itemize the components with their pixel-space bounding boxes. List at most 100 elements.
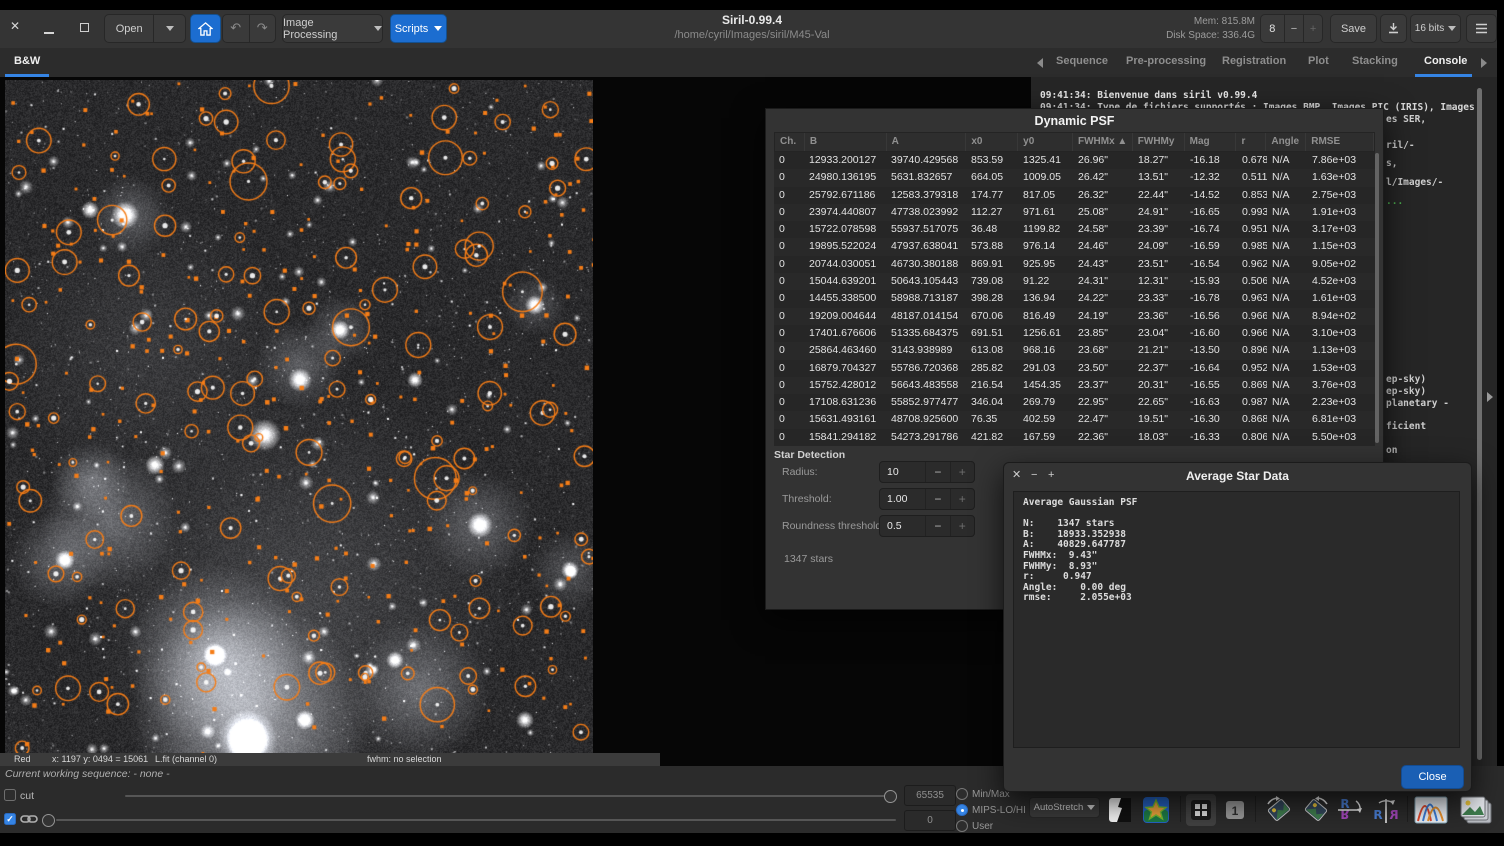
psf-row[interactable]: 0 12933.200127 39740.429568 853.59 1325.41 26… <box>774 152 1375 170</box>
maximize-window-icon[interactable] <box>80 23 89 32</box>
radius-decrement-button[interactable]: − <box>925 462 949 482</box>
redo-button[interactable]: ↷ <box>250 15 276 42</box>
tabs-scroll-left-icon[interactable] <box>1037 58 1043 68</box>
scripts-menu-button[interactable]: Scripts <box>390 14 447 43</box>
undo-button[interactable]: ↶ <box>223 15 249 42</box>
user-radio[interactable] <box>956 820 968 832</box>
home-button[interactable] <box>190 14 221 43</box>
radius-value[interactable]: 10 <box>880 462 925 482</box>
mirror-horizontal-button[interactable]: R R <box>1369 794 1403 826</box>
star-detection-icon <box>1143 797 1169 823</box>
lo-slider-handle[interactable] <box>42 814 55 827</box>
cut-label: cut <box>20 790 35 802</box>
close-window-icon[interactable]: ✕ <box>10 20 20 32</box>
hamburger-menu-button[interactable] <box>1466 14 1497 43</box>
single-frame-button[interactable]: 1 <box>1222 794 1248 826</box>
tab-bw[interactable]: B&W <box>14 55 40 67</box>
psf-table-scrollbar[interactable] <box>1375 153 1379 443</box>
bit-depth-dropdown[interactable]: 16 bits <box>1410 14 1461 43</box>
psf-column-header[interactable]: x0 <box>966 133 1019 151</box>
psf-cell: 816.49 <box>1023 309 1056 322</box>
threshold-decrement-button[interactable]: − <box>925 489 949 509</box>
psf-row[interactable]: 0 19209.004644 48187.014154 670.06 816.49 24.… <box>774 307 1375 325</box>
psf-column-header[interactable]: y0 <box>1018 133 1073 151</box>
psf-row[interactable]: 0 24980.136195 5631.832657 664.05 1009.05 26.… <box>774 169 1375 187</box>
open-recent-dropdown[interactable] <box>154 15 185 42</box>
hi-slider-track[interactable] <box>125 795 895 797</box>
psf-column-header[interactable]: FWHMy <box>1133 133 1185 151</box>
star-field-image[interactable] <box>5 80 593 753</box>
roundness-increment-button[interactable]: + <box>949 516 974 536</box>
tab-preprocessing[interactable]: Pre-processing <box>1126 55 1206 67</box>
tab-plot[interactable]: Plot <box>1308 55 1329 67</box>
psf-column-header[interactable]: RMSE <box>1306 133 1374 151</box>
psf-column-header[interactable]: Mag <box>1185 133 1237 151</box>
tabs-scroll-right-icon[interactable] <box>1481 58 1487 68</box>
rotate-left-button[interactable] <box>1262 794 1296 826</box>
open-button[interactable]: Open <box>105 15 153 42</box>
threads-increment-button[interactable]: + <box>1304 15 1322 42</box>
threads-value[interactable]: 8 <box>1261 15 1284 42</box>
psf-column-header[interactable]: Angle <box>1266 133 1307 151</box>
psf-row[interactable]: 0 16879.704327 55786.720368 285.82 291.03 23.… <box>774 359 1375 377</box>
psf-row[interactable]: 0 17401.676606 51335.684375 691.51 1256.61 23… <box>774 324 1375 343</box>
image-stack-button[interactable] <box>1455 794 1497 826</box>
grid-view-button[interactable] <box>1186 794 1216 826</box>
threshold-value[interactable]: 1.00 <box>880 489 925 509</box>
psf-column-header[interactable]: Ch. <box>775 133 805 151</box>
radius-increment-button[interactable]: + <box>949 462 974 482</box>
psf-row[interactable]: 0 25792.671186 12583.379318 174.77 817.05 26.… <box>774 186 1375 204</box>
psf-column-header[interactable]: B <box>805 133 887 151</box>
psf-row[interactable]: 0 25864.463460 3143.938989 613.08 968.16 23.6… <box>774 342 1375 360</box>
minimize-window-icon[interactable] <box>44 24 54 34</box>
psf-row[interactable]: 0 19895.522024 47937.638041 573.88 976.14 24.… <box>774 238 1375 256</box>
console-scrollbar[interactable] <box>1477 88 1482 760</box>
threads-decrement-button[interactable]: − <box>1285 15 1304 42</box>
mirror-vertical-button[interactable]: R R <box>1334 794 1368 826</box>
psf-column-header[interactable]: FWHMx ▲ <box>1073 133 1133 151</box>
roundness-value[interactable]: 0.5 <box>880 516 925 536</box>
psf-cell: -16.54 <box>1190 257 1220 270</box>
radius-label: Radius: <box>782 466 818 478</box>
threshold-label: Threshold: <box>782 493 832 505</box>
autostretch-dropdown[interactable]: AutoStretch <box>1029 797 1100 818</box>
close-button[interactable]: Close <box>1401 765 1464 789</box>
psf-row[interactable]: 0 15841.294182 54273.291786 421.82 167.59 22.… <box>774 428 1375 447</box>
lo-value-entry[interactable]: 0 <box>904 810 956 831</box>
cut-checkbox[interactable] <box>4 789 16 801</box>
psf-row[interactable]: 0 15044.639201 50643.105443 739.08 91.22 24.3… <box>774 273 1375 291</box>
negative-view-button[interactable] <box>1105 794 1135 826</box>
psf-row[interactable]: 0 23974.440807 47738.023992 112.27 971.61 25.… <box>774 203 1375 222</box>
panel-expand-arrow-icon[interactable] <box>1487 392 1493 402</box>
roundness-decrement-button[interactable]: − <box>925 516 949 536</box>
psf-row[interactable]: 0 15752.428012 56643.483558 216.54 1454.35 23… <box>774 376 1375 395</box>
star-detection-button[interactable] <box>1141 794 1171 826</box>
threshold-increment-button[interactable]: + <box>949 489 974 509</box>
tab-sequence[interactable]: Sequence <box>1056 55 1108 67</box>
psf-cell: 46730.380188 <box>891 257 959 270</box>
tab-registration[interactable]: Registration <box>1222 55 1286 67</box>
tab-console[interactable]: Console <box>1424 55 1467 67</box>
psf-row[interactable]: 0 15631.493161 48708.925600 76.35 402.59 22.4… <box>774 411 1375 429</box>
save-as-button[interactable] <box>1380 14 1407 43</box>
minmax-radio[interactable] <box>956 788 968 800</box>
lo-slider-track[interactable] <box>56 819 896 821</box>
image-processing-menu-button[interactable]: Image Processing <box>282 14 383 43</box>
psf-row[interactable]: 0 15722.078598 55937.517075 36.48 1199.82 24.… <box>774 221 1375 239</box>
histogram-button[interactable] <box>1412 794 1450 826</box>
hi-value-entry[interactable]: 65535 <box>904 785 956 806</box>
hi-slider-handle[interactable] <box>884 790 897 803</box>
tab-stacking[interactable]: Stacking <box>1352 55 1398 67</box>
rotate-right-button[interactable] <box>1299 794 1333 826</box>
psf-cell: 216.54 <box>971 378 1004 391</box>
psf-column-header[interactable]: A <box>887 133 967 151</box>
psf-row[interactable]: 0 17108.631236 55852.977477 346.04 269.79 22.… <box>774 394 1375 412</box>
psf-cell: 1.91e+03 <box>1312 205 1357 218</box>
psf-column-header[interactable]: r <box>1236 133 1267 151</box>
save-button[interactable]: Save <box>1330 14 1377 43</box>
mips-lohi-radio[interactable] <box>956 804 968 816</box>
psf-row[interactable]: 0 14455.338500 58988.713187 398.28 136.94 24.… <box>774 290 1375 308</box>
psf-row[interactable]: 0 20744.030051 46730.380188 869.91 925.95 24.… <box>774 255 1375 274</box>
psf-table: Ch. B Ax0 y0 FWHMx ▲ FWHMy Mag r Angle RMSE 0 1293… <box>774 132 1375 447</box>
link-sliders-checkbox[interactable]: ✓ <box>4 813 16 825</box>
